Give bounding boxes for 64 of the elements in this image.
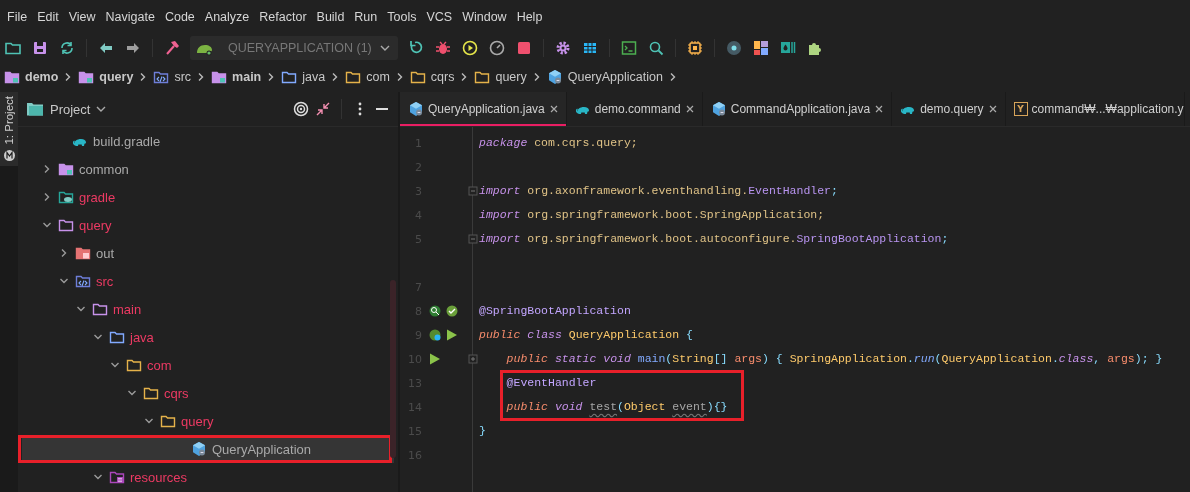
menu-item[interactable]: Code	[159, 10, 200, 24]
tree-item-label: common	[78, 161, 129, 177]
tree-row[interactable]: build.gradle	[22, 127, 394, 155]
breadcrumb-item[interactable]: main	[232, 70, 262, 84]
breadcrumb-item[interactable]: demo	[25, 70, 59, 84]
code-line: }	[479, 423, 486, 439]
menu-item[interactable]: Help	[511, 10, 548, 24]
breadcrumb-item[interactable]: cqrs	[430, 70, 455, 84]
tree-row[interactable]: main	[22, 295, 394, 323]
breadcrumb-item[interactable]: QueryApplication	[567, 70, 663, 84]
tree-row[interactable]: cqrs	[22, 379, 394, 407]
menu-item[interactable]: Analyze	[199, 10, 255, 24]
panel-title[interactable]: Project	[50, 101, 91, 117]
code-line: @EventHandler	[505, 375, 597, 391]
breadcrumb-item[interactable]: query	[495, 70, 527, 84]
code-line: @SpringBootApplication	[479, 303, 631, 319]
menu-item[interactable]: VCS	[421, 10, 458, 24]
menu-item[interactable]: Refactor	[254, 10, 312, 24]
tree-item-label: gradle	[78, 189, 116, 205]
breadcrumb-item[interactable]: java	[302, 70, 326, 84]
code-line: public void test(Object event){}	[505, 399, 728, 415]
breadcrumb-item[interactable]: com	[366, 70, 390, 84]
breadcrumb-item[interactable]: src	[174, 70, 192, 84]
tree-item-label: resources	[129, 469, 188, 485]
tree-item-label: build.gradle	[92, 133, 161, 149]
tree-row[interactable]: out	[22, 239, 394, 267]
tree-row[interactable]: query	[22, 407, 394, 435]
tree-row[interactable]: query	[22, 211, 394, 239]
menu-item[interactable]: Edit	[32, 10, 64, 24]
menu-item[interactable]: File	[2, 10, 33, 24]
editor-tab[interactable]: demo.query	[892, 92, 1006, 126]
tree-item-label: query	[78, 217, 112, 233]
tree-item-label: cqrs	[163, 385, 189, 401]
menu-item[interactable]: View	[63, 10, 101, 24]
tree-item-label: QueryApplication	[211, 441, 311, 457]
menu-item[interactable]: Window	[457, 10, 512, 24]
tree-item-label: src	[95, 273, 114, 289]
tree-row[interactable]: common	[22, 155, 394, 183]
tree-item-label: main	[112, 301, 142, 317]
menu-item[interactable]: Navigate	[100, 10, 160, 24]
tree-item-label: out	[95, 245, 115, 261]
editor-tab[interactable]: QueryApplication.java	[400, 92, 567, 126]
tree-item-label: com	[146, 357, 172, 373]
editor-tab[interactable]: demo.command	[566, 92, 703, 126]
tree-item-label: java	[128, 329, 154, 345]
tree-row[interactable]: src	[22, 267, 394, 295]
menu-item[interactable]: Tools	[382, 10, 422, 24]
yaml-file-icon: Y	[1013, 102, 1028, 116]
tree-row[interactable]: resources	[22, 463, 394, 491]
editor-tab[interactable]: CommandApplication.java	[702, 92, 893, 126]
breadcrumb-item[interactable]: query	[99, 70, 134, 84]
code-line: package com.cqrs.query;	[479, 135, 638, 151]
menu-item[interactable]: Run	[349, 10, 383, 24]
code-line: public class QueryApplication {	[479, 327, 693, 343]
tree-item-label: query	[180, 413, 214, 429]
code-line: import org.axonframework.eventhandling.EventHandler;	[479, 183, 838, 199]
code-line: public static void main(String[] args) { SpringApplication.run(QueryApplication.class, args); }	[505, 351, 1163, 367]
tree-row[interactable]: gradle	[22, 183, 394, 211]
menu-item[interactable]: Build	[311, 10, 350, 24]
tree-row[interactable]: com	[22, 351, 394, 379]
editor-tab[interactable]: Y command₩...₩application.y	[1005, 92, 1185, 126]
code-line: import org.springframework.boot.SpringApplication;	[479, 207, 825, 223]
code-line: import org.springframework.boot.autoconfigure.SpringBootApplication;	[479, 231, 949, 247]
tree-row[interactable]: java	[22, 323, 394, 351]
